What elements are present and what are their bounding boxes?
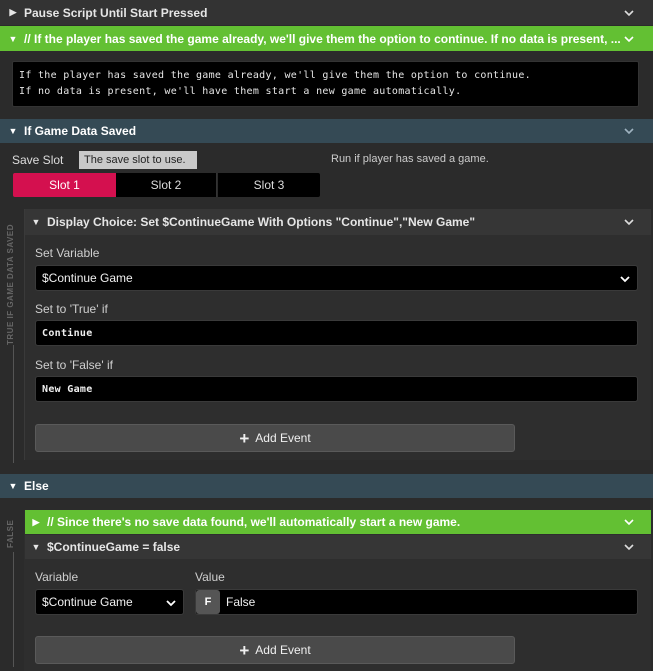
comment-header[interactable]: ▼ // If the player has saved the game al… <box>0 26 653 51</box>
triangle-down-icon[interactable]: ▼ <box>29 542 43 552</box>
false-condition-input[interactable]: New Game <box>35 376 638 402</box>
add-event-button-else[interactable]: + Add Event <box>35 636 515 664</box>
triangle-down-icon[interactable]: ▼ <box>6 34 20 44</box>
if-game-data-saved-header[interactable]: ▼ If Game Data Saved <box>0 119 653 143</box>
triangle-right-icon[interactable]: ▶ <box>6 7 20 18</box>
chevron-down-icon[interactable] <box>623 541 635 553</box>
slot-2-button[interactable]: Slot 2 <box>116 173 217 197</box>
chevron-down-icon[interactable] <box>623 216 635 228</box>
set-variable-value: $Continue Game <box>42 271 133 285</box>
else-comment-header[interactable]: ▶ // Since there's no save data found, w… <box>25 510 651 534</box>
triangle-right-icon[interactable]: ▶ <box>29 517 43 528</box>
comment-line-2: If no data is present, we'll have them s… <box>19 86 462 97</box>
value-label: Value <box>195 570 225 584</box>
save-slot-tooltip: The save slot to use. <box>79 151 197 169</box>
else-comment-label: // Since there's no save data found, we'… <box>47 515 461 529</box>
false-branch-label: FALSE <box>6 519 15 548</box>
pause-script-header[interactable]: ▶ Pause Script Until Start Pressed <box>0 0 653 25</box>
comment-header-label: // If the player has saved the game alre… <box>24 31 621 46</box>
set-variable-select[interactable]: $Continue Game <box>35 265 638 291</box>
slot-1-button[interactable]: Slot 1 <box>13 173 116 197</box>
chevron-down-icon[interactable] <box>623 125 635 137</box>
chevron-down-icon[interactable] <box>623 33 635 45</box>
display-choice-label: Display Choice: Set $ContinueGame With O… <box>47 215 476 229</box>
plus-icon: + <box>239 640 250 660</box>
save-slot-label: Save Slot <box>12 153 64 167</box>
triangle-down-icon[interactable]: ▼ <box>29 217 43 227</box>
add-event-label: Add Event <box>255 431 311 445</box>
value-text: False <box>226 595 256 609</box>
comment-textbox[interactable]: If the player has saved the game already… <box>12 61 639 107</box>
add-event-label: Add Event <box>255 643 311 657</box>
false-branch-line <box>13 552 14 667</box>
true-condition-label: Set to 'True' if <box>35 302 108 316</box>
chevron-down-icon[interactable] <box>165 597 177 609</box>
display-choice-header[interactable]: ▼ Display Choice: Set $ContinueGame With… <box>25 209 651 235</box>
plus-icon: + <box>239 428 250 448</box>
triangle-down-icon[interactable]: ▼ <box>6 481 20 491</box>
false-condition-label: Set to 'False' if <box>35 358 113 372</box>
variable-select[interactable]: $Continue Game <box>35 589 184 615</box>
true-condition-input[interactable]: Continue <box>35 320 638 346</box>
else-label: Else <box>24 479 49 493</box>
comment-line-1: If the player has saved the game already… <box>19 70 531 81</box>
set-false-header[interactable]: ▼ $ContinueGame = false <box>25 535 651 559</box>
if-game-data-saved-label: If Game Data Saved <box>24 124 137 138</box>
triangle-down-icon[interactable]: ▼ <box>6 126 20 136</box>
chevron-down-icon[interactable] <box>623 7 635 19</box>
true-branch-line <box>13 345 14 463</box>
value-type-toggle[interactable]: F <box>196 590 220 614</box>
set-false-label: $ContinueGame = false <box>47 540 181 554</box>
chevron-down-icon[interactable] <box>623 516 635 528</box>
set-variable-label: Set Variable <box>35 246 100 260</box>
slot-3-button[interactable]: Slot 3 <box>218 173 320 197</box>
true-branch-label: TRUE IF GAME DATA SAVED <box>6 224 15 345</box>
pause-script-label: Pause Script Until Start Pressed <box>24 5 208 20</box>
value-field[interactable]: F False <box>195 589 638 615</box>
add-event-button[interactable]: + Add Event <box>35 424 515 452</box>
run-note: Run if player has saved a game. <box>331 153 489 165</box>
chevron-down-icon[interactable] <box>619 273 631 285</box>
variable-value: $Continue Game <box>42 595 133 609</box>
else-header[interactable]: ▼ Else <box>0 474 653 498</box>
variable-label: Variable <box>35 570 79 584</box>
